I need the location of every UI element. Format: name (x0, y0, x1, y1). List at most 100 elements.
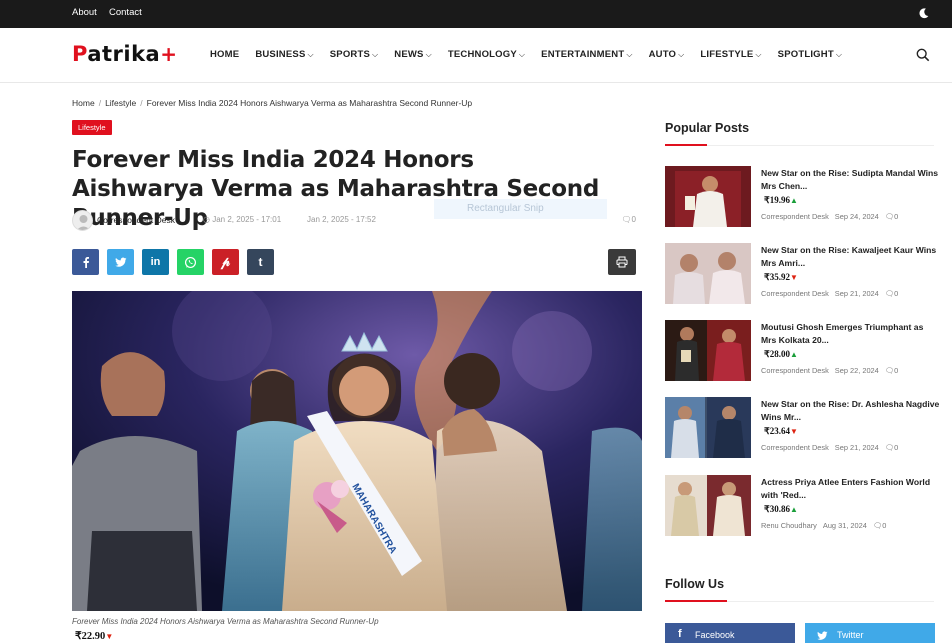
chevron-down-icon: ⌵ (678, 50, 685, 59)
post-thumbnail[interactable] (665, 320, 751, 381)
post-thumbnail[interactable] (665, 243, 751, 304)
popular-post[interactable]: New Star on the Rise: Sudipta Mandal Win… (665, 166, 945, 228)
dark-mode-moon-icon[interactable] (917, 7, 930, 20)
share-bar: in 𝓅 t (72, 249, 282, 275)
comment-icon: 🗨 (621, 215, 632, 224)
category-badge[interactable]: Lifestyle (72, 120, 112, 135)
nav-news[interactable]: NEWS ⌵ (394, 49, 432, 60)
comment-icon: 🗨 (884, 443, 895, 452)
breadcrumb-section[interactable]: Lifestyle (105, 98, 136, 108)
post-price: ₹30.86▲ (764, 504, 798, 514)
share-whatsapp-button[interactable] (177, 249, 204, 275)
contact-link[interactable]: Contact (109, 7, 142, 18)
follow-us-heading: Follow Us (665, 577, 725, 591)
image-caption: Forever Miss India 2024 Honors Aishwarya… (72, 617, 379, 626)
popular-post[interactable]: New Star on the Rise: Dr. Ashlesha Nagdi… (665, 397, 945, 459)
chevron-down-icon: ⌵ (835, 50, 843, 59)
facebook-icon (83, 257, 89, 268)
author-name[interactable]: Correspondent Desk (97, 215, 175, 225)
comment-icon: 🗨 (884, 366, 895, 375)
nav-auto[interactable]: AUTO ⌵ (649, 49, 685, 60)
post-title[interactable]: New Star on the Rise: Sudipta Mandal Win… (761, 167, 941, 192)
about-link[interactable]: About (72, 7, 97, 18)
chevron-down-icon: ⌵ (518, 50, 526, 59)
arrow-down-icon: ▼ (789, 273, 798, 282)
arrow-down-icon: ▼ (789, 427, 798, 436)
popular-posts-heading: Popular Posts (665, 121, 750, 135)
post-price: ₹35.92▼ (764, 272, 798, 282)
post-meta: Renu Choudhary Aug 31, 2024 🗨0 (761, 521, 887, 530)
heading-rule (727, 601, 934, 602)
top-bar: About Contact (0, 0, 952, 28)
post-title[interactable]: New Star on the Rise: Dr. Ashlesha Nagdi… (761, 398, 941, 423)
post-thumbnail[interactable] (665, 475, 751, 536)
main-nav: HOME BUSINESS ⌵ SPORTS ⌵ NEWS ⌵ TECHNOLOGY ⌵… (210, 49, 858, 60)
chevron-down-icon: ⌵ (626, 50, 633, 59)
twitter-icon (114, 257, 126, 267)
comment-icon: 🗨 (884, 289, 895, 298)
published-date: ◷ Jan 2, 2025 - 17:01 (203, 215, 282, 224)
nav-entertainment[interactable]: ENTERTAINMENT ⌵ (541, 49, 632, 60)
post-price: ₹19.96▲ (764, 195, 798, 205)
share-linkedin-button[interactable]: in (142, 249, 169, 275)
nav-home[interactable]: HOME (210, 49, 239, 60)
tumblr-icon: t (258, 255, 263, 269)
arrow-up-icon: ▲ (789, 505, 798, 514)
post-title[interactable]: Moutusi Ghosh Emerges Triumphant as Mrs … (761, 321, 941, 346)
popular-post[interactable]: New Star on the Rise: Kawaljeet Kaur Win… (665, 243, 945, 305)
share-facebook-button[interactable] (72, 249, 99, 275)
updated-date: Jan 2, 2025 - 17:52 (307, 215, 376, 224)
clock-icon: ◷ (203, 215, 213, 224)
post-meta: Correspondent Desk Sep 24, 2024 🗨0 (761, 212, 899, 221)
comment-count[interactable]: 🗨0 (621, 215, 636, 224)
breadcrumb-home[interactable]: Home (72, 98, 95, 108)
nav-technology[interactable]: TECHNOLOGY ⌵ (448, 49, 525, 60)
stock-price: ₹22.90▼ (75, 631, 114, 642)
site-logo[interactable]: Patrika+ (72, 42, 178, 66)
popular-post[interactable]: Actress Priya Atlee Enters Fashion World… (665, 475, 945, 537)
pinterest-icon: 𝓅 (220, 254, 231, 270)
nav-spotlight[interactable]: SPOTLIGHT ⌵ (778, 49, 842, 60)
facebook-icon: f (678, 628, 682, 640)
author-avatar[interactable] (72, 210, 93, 231)
twitter-icon (817, 631, 828, 640)
search-icon[interactable] (916, 48, 930, 62)
breadcrumb-current: Forever Miss India 2024 Honors Aishwarya… (146, 98, 473, 108)
post-thumbnail[interactable] (665, 166, 751, 227)
post-title[interactable]: New Star on the Rise: Kawaljeet Kaur Win… (761, 244, 941, 269)
article-meta: Correspondent Desk ◷ Jan 2, 2025 - 17:01… (72, 210, 638, 232)
arrow-up-icon: ▲ (789, 196, 798, 205)
follow-twitter-button[interactable]: Twitter (805, 623, 935, 643)
share-pinterest-button[interactable]: 𝓅 (212, 249, 239, 275)
popular-post[interactable]: Moutusi Ghosh Emerges Triumphant as Mrs … (665, 320, 945, 382)
follow-facebook-button[interactable]: f Facebook (665, 623, 795, 643)
chevron-down-icon: ⌵ (307, 50, 314, 59)
arrow-down-icon: ▼ (105, 632, 114, 641)
arrow-up-icon: ▲ (789, 350, 798, 359)
post-thumbnail[interactable] (665, 397, 751, 458)
heading-underline (665, 144, 707, 146)
print-button[interactable] (608, 249, 636, 275)
post-price: ₹23.64▼ (764, 426, 798, 436)
share-twitter-button[interactable] (107, 249, 134, 275)
chevron-down-icon: ⌵ (425, 50, 432, 59)
chevron-down-icon: ⌵ (755, 50, 762, 59)
nav-sports[interactable]: SPORTS ⌵ (330, 49, 379, 60)
post-price: ₹28.00▲ (764, 349, 798, 359)
heading-rule (707, 145, 934, 146)
printer-icon (616, 256, 628, 268)
comment-icon: 🗨 (884, 212, 895, 221)
nav-business[interactable]: BUSINESS ⌵ (255, 49, 313, 60)
post-meta: Correspondent Desk Sep 21, 2024 🗨0 (761, 289, 899, 298)
post-meta: Correspondent Desk Sep 22, 2024 🗨0 (761, 366, 899, 375)
whatsapp-icon (184, 256, 197, 268)
article-hero-image: MAHARASHTRA (72, 291, 642, 611)
linkedin-icon: in (150, 256, 161, 268)
post-title[interactable]: Actress Priya Atlee Enters Fashion World… (761, 476, 941, 501)
nav-lifestyle[interactable]: LIFESTYLE ⌵ (700, 49, 761, 60)
share-tumblr-button[interactable]: t (247, 249, 274, 275)
breadcrumb: Home / Lifestyle / Forever Miss India 2024 H… (72, 98, 473, 108)
heading-underline (665, 600, 727, 602)
site-header: Patrika+ HOME BUSINESS ⌵ SPORTS ⌵ NEWS ⌵ TE… (0, 28, 952, 83)
chevron-down-icon: ⌵ (372, 50, 379, 59)
